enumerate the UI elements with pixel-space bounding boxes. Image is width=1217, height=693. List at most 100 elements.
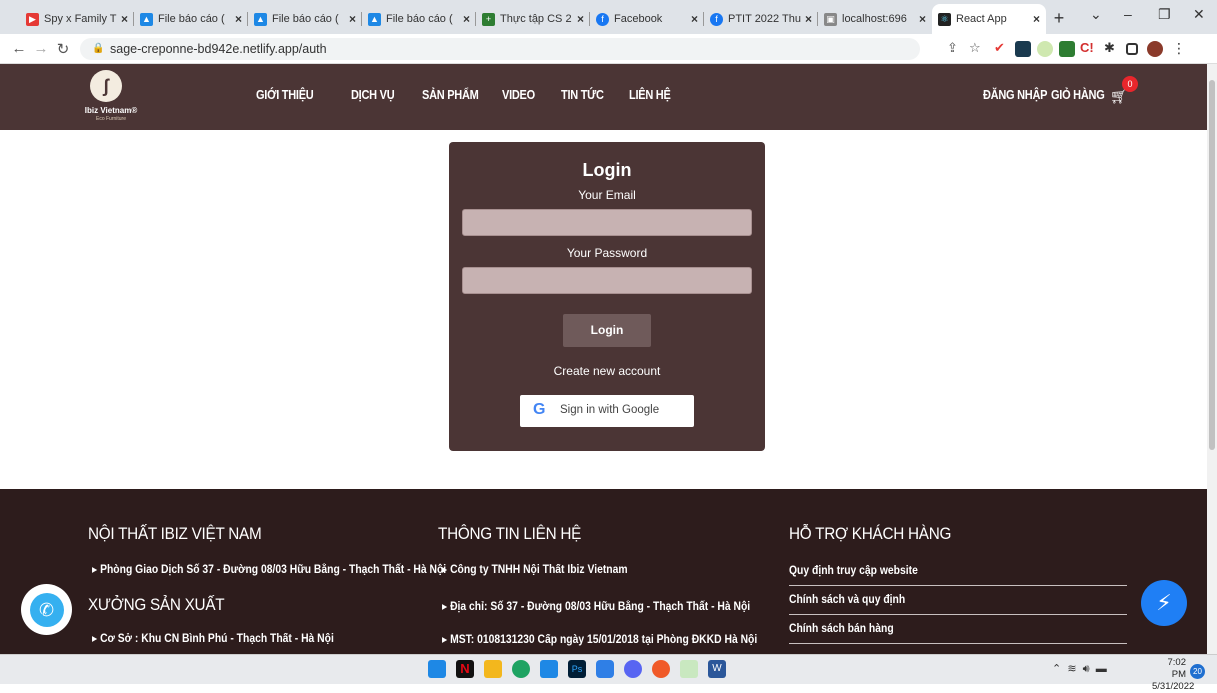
tab-search-icon[interactable]: ⌄ bbox=[1090, 6, 1102, 23]
maximize-icon[interactable]: ❐ bbox=[1158, 6, 1171, 23]
scrollbar-thumb[interactable] bbox=[1209, 80, 1215, 450]
site-logo[interactable]: ʃ Ibiz Vietnam® Eco Furniture bbox=[78, 70, 146, 126]
browser-tab[interactable]: f PTIT 2022 Thu × bbox=[704, 4, 818, 34]
footer-col2-item: ▸ Địa chỉ: Số 37 - Đường 08/03 Hữu Bằng … bbox=[442, 601, 751, 613]
vscode-icon[interactable] bbox=[540, 660, 558, 678]
puzzle-icon[interactable]: ✱ bbox=[1104, 40, 1120, 56]
sidepanel-icon[interactable] bbox=[1126, 43, 1138, 55]
kebab-menu-icon[interactable]: ⋮ bbox=[1172, 40, 1188, 56]
extension-icon[interactable] bbox=[1037, 41, 1053, 57]
system-tray[interactable]: ⌃ ≋ 🔊︎ ▬ bbox=[1052, 662, 1107, 676]
tab-favicon-icon: ▲ bbox=[140, 12, 153, 26]
minimize-icon[interactable]: – bbox=[1124, 6, 1132, 22]
extension-icon[interactable]: C! bbox=[1080, 40, 1096, 56]
browser-tab-active[interactable]: ⚛ React App × bbox=[932, 4, 1046, 34]
close-icon[interactable]: × bbox=[121, 12, 128, 26]
footer-col2-item: ▸ Công ty TNHH Nội Thất Ibiz Vietnam bbox=[442, 564, 628, 576]
extension-icon[interactable] bbox=[1059, 41, 1075, 57]
notification-badge[interactable]: 20 bbox=[1190, 664, 1205, 679]
browser-tab[interactable]: ▲ File báo cáo (× bbox=[134, 4, 248, 34]
nav-item-tin-tuc[interactable]: TIN TỨC bbox=[561, 88, 604, 102]
browser-tab[interactable]: + Thực tập CS 2 × bbox=[476, 4, 590, 34]
extension-icon[interactable]: ✔ bbox=[994, 40, 1010, 56]
photoshop-icon[interactable]: Ps bbox=[568, 660, 586, 678]
email-label: Your Email bbox=[578, 188, 636, 202]
forward-icon[interactable]: → bbox=[30, 40, 52, 57]
nav-item-san-pham[interactable]: SẢN PHẨM bbox=[422, 88, 479, 102]
browser-tab[interactable]: ▶ Spy x Family T × bbox=[20, 4, 134, 34]
close-window-icon[interactable]: ✕ bbox=[1193, 6, 1205, 23]
browser-tab[interactable]: f Facebook × bbox=[590, 4, 704, 34]
footer-link[interactable]: Chính sách và quy định bbox=[789, 594, 905, 606]
react-icon: ⚛ bbox=[938, 12, 951, 26]
profile-avatar[interactable] bbox=[1147, 41, 1163, 57]
google-icon: G bbox=[533, 401, 546, 418]
footer-divider bbox=[789, 643, 1127, 644]
reload-icon[interactable]: ↻ bbox=[52, 40, 74, 58]
footer-col1-item2: ▸ Cơ Sở : Khu CN Bình Phú - Thạch Thất -… bbox=[92, 633, 334, 645]
lock-icon: 🔒 bbox=[92, 43, 105, 54]
url-field[interactable]: 🔒 sage-creponne-bd942e.netlify.app/auth bbox=[80, 38, 920, 60]
email-field[interactable] bbox=[462, 209, 752, 236]
footer-divider bbox=[789, 614, 1127, 615]
footer-link[interactable]: Chính sách bán hàng bbox=[789, 623, 894, 635]
footer-col3-title: HỖ TRỢ KHÁCH HÀNG bbox=[789, 524, 952, 543]
app-icon[interactable] bbox=[596, 660, 614, 678]
close-icon[interactable]: × bbox=[463, 12, 470, 26]
word-icon[interactable]: W bbox=[708, 660, 726, 678]
login-panel: Login Your Email Your Password Login Cre… bbox=[449, 142, 765, 451]
phone-icon: ✆ bbox=[29, 592, 64, 627]
nav-item-video[interactable]: VIDEO bbox=[502, 88, 535, 102]
browser-tab-bar: ▶ Spy x Family T × ▲ File báo cáo (× ▲ File … bbox=[0, 0, 1217, 34]
browser-tab[interactable]: ▣ localhost:696 × bbox=[818, 4, 932, 34]
chrome-icon[interactable] bbox=[512, 660, 530, 678]
cart-count-badge: 0 bbox=[1122, 76, 1138, 92]
nav-item-dich-vu[interactable]: DỊCH VỤ bbox=[351, 88, 395, 102]
login-title: Login bbox=[582, 160, 632, 180]
tab-favicon-icon: ▣ bbox=[824, 12, 837, 26]
messenger-button[interactable]: ⚡︎ bbox=[1141, 580, 1187, 626]
password-field[interactable] bbox=[462, 267, 752, 294]
browser-tab[interactable]: ▲ File báo cáo (× bbox=[248, 4, 362, 34]
footer-col1-item: ▸ Phòng Giao Dịch Số 37 - Đường 08/03 Hữ… bbox=[92, 564, 447, 576]
site-footer: NỘI THẤT IBIZ VIỆT NAM ▸ Phòng Giao Dịch… bbox=[0, 489, 1207, 654]
call-button[interactable]: ✆ bbox=[21, 584, 72, 635]
taskbar-clock[interactable]: 7:02 PM 5/31/2022 bbox=[1152, 657, 1194, 693]
close-icon[interactable]: × bbox=[235, 12, 242, 26]
site-header: ʃ Ibiz Vietnam® Eco Furniture GIỚI THIỆU… bbox=[0, 64, 1207, 130]
close-icon[interactable]: × bbox=[919, 12, 926, 26]
footer-col1-title2: XƯỞNG SẢN XUẤT bbox=[88, 595, 225, 614]
app-icon[interactable] bbox=[652, 660, 670, 678]
back-icon[interactable]: ← bbox=[8, 40, 30, 57]
discord-icon[interactable] bbox=[624, 660, 642, 678]
footer-divider bbox=[789, 585, 1127, 586]
logo-emblem-icon: ʃ bbox=[90, 70, 122, 102]
new-tab-button[interactable]: + bbox=[1046, 4, 1072, 34]
nav-item-gioi-thieu[interactable]: GIỚI THIỆU bbox=[256, 88, 314, 102]
file-explorer-icon[interactable] bbox=[484, 660, 502, 678]
google-signin-button[interactable]: G Sign in with Google bbox=[520, 395, 694, 427]
close-icon[interactable]: × bbox=[691, 12, 698, 26]
footer-col2-item: ▸ MST: 0108131230 Cấp ngày 15/01/2018 tạ… bbox=[442, 634, 758, 646]
footer-col2-title: THÔNG TIN LIÊN HỆ bbox=[438, 524, 582, 543]
tab-favicon-icon: ▶ bbox=[26, 12, 39, 26]
nav-cart-link[interactable]: GIỎ HÀNG bbox=[1051, 88, 1105, 102]
nav-login-link[interactable]: ĐĂNG NHẬP bbox=[983, 88, 1048, 102]
close-icon[interactable]: × bbox=[577, 12, 584, 26]
share-icon[interactable]: ⇪ bbox=[947, 40, 963, 56]
create-account-link[interactable]: Create new account bbox=[449, 364, 765, 378]
app-icon[interactable] bbox=[680, 660, 698, 678]
password-label: Your Password bbox=[566, 246, 648, 260]
windows-start-icon[interactable] bbox=[428, 660, 446, 678]
close-icon[interactable]: × bbox=[349, 12, 356, 26]
netflix-icon[interactable]: N bbox=[456, 660, 474, 678]
close-icon[interactable]: × bbox=[1033, 12, 1040, 26]
browser-tab[interactable]: ▲ File báo cáo (× bbox=[362, 4, 476, 34]
tab-favicon-icon: f bbox=[596, 12, 609, 26]
bookmark-star-icon[interactable]: ☆ bbox=[969, 40, 985, 56]
footer-link[interactable]: Quy định truy cập website bbox=[789, 565, 918, 577]
login-button[interactable]: Login bbox=[563, 314, 651, 347]
close-icon[interactable]: × bbox=[805, 12, 812, 26]
extension-icon[interactable] bbox=[1015, 41, 1031, 57]
nav-item-lien-he[interactable]: LIÊN HỆ bbox=[629, 88, 671, 102]
